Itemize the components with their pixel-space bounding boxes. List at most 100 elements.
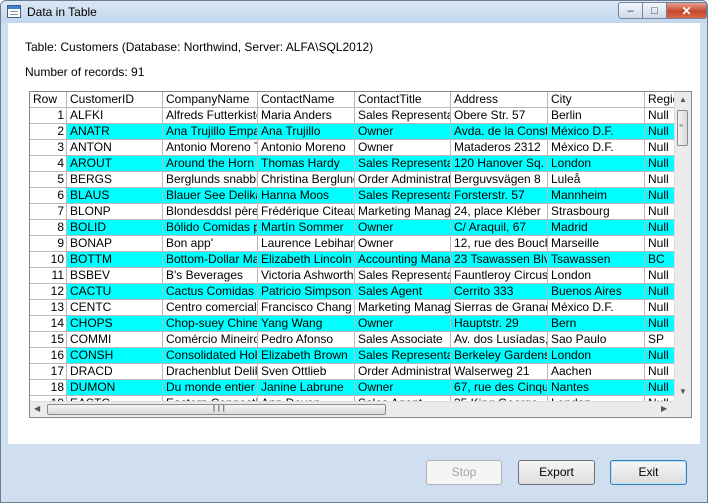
cell-city[interactable]: Mannheim	[548, 188, 645, 204]
row-number-cell[interactable]: 16	[30, 348, 67, 364]
cell-contact-title[interactable]: Owner	[355, 124, 451, 140]
cell-customer-id[interactable]: CACTU	[67, 284, 163, 300]
cell-region[interactable]: Null	[645, 140, 674, 156]
cell-contact-title[interactable]: Sales Agent	[355, 284, 451, 300]
cell-address[interactable]: 23 Tsawassen Blvd.	[451, 252, 548, 268]
cell-contact-name[interactable]: Christina Berglund	[258, 172, 355, 188]
cell-customer-id[interactable]: BERGS	[67, 172, 163, 188]
cell-contact-name[interactable]: Elizabeth Lincoln	[258, 252, 355, 268]
cell-address[interactable]: Fauntleroy Circus	[451, 268, 548, 284]
cell-address[interactable]: 120 Hanover Sq.	[451, 156, 548, 172]
column-header-region[interactable]: Region	[645, 92, 674, 108]
cell-region[interactable]: Null	[645, 300, 674, 316]
cell-contact-name[interactable]: Elizabeth Brown	[258, 348, 355, 364]
table-row[interactable]: 6BLAUSBlauer See DelikatessenHanna MoosS…	[30, 188, 674, 204]
cell-region[interactable]: Null	[645, 124, 674, 140]
column-header-company-name[interactable]: CompanyName	[163, 92, 258, 108]
cell-contact-name[interactable]: Antonio Moreno	[258, 140, 355, 156]
title-bar[interactable]: Data in Table – □ ✕	[1, 1, 707, 23]
cell-customer-id[interactable]: AROUT	[67, 156, 163, 172]
cell-city[interactable]: Berlin	[548, 108, 645, 124]
cell-address[interactable]: Berguvsvägen 8	[451, 172, 548, 188]
cell-city[interactable]: México D.F.	[548, 140, 645, 156]
row-number-cell[interactable]: 12	[30, 284, 67, 300]
cell-contact-title[interactable]: Marketing Manager	[355, 300, 451, 316]
cell-address[interactable]: Berkeley Gardens 12	[451, 348, 548, 364]
column-header-contact-name[interactable]: ContactName	[258, 92, 355, 108]
cell-company-name[interactable]: Berglunds snabbköp	[163, 172, 258, 188]
cell-contact-name[interactable]: Hanna Moos	[258, 188, 355, 204]
row-number-cell[interactable]: 8	[30, 220, 67, 236]
cell-contact-title[interactable]: Sales Representative	[355, 156, 451, 172]
cell-contact-name[interactable]: Francisco Chang	[258, 300, 355, 316]
cell-city[interactable]: Luleå	[548, 172, 645, 188]
cell-city[interactable]: Marseille	[548, 236, 645, 252]
table-row[interactable]: 7BLONPBlondesddsl père et filsFrédérique…	[30, 204, 674, 220]
cell-contact-title[interactable]: Order Administrator	[355, 172, 451, 188]
table-row[interactable]: 13CENTCCentro comercial MoctezumaFrancis…	[30, 300, 674, 316]
cell-city[interactable]: Strasbourg	[548, 204, 645, 220]
row-number-cell[interactable]: 4	[30, 156, 67, 172]
row-number-cell[interactable]: 11	[30, 268, 67, 284]
cell-contact-name[interactable]: Sven Ottlieb	[258, 364, 355, 380]
column-header-contact-title[interactable]: ContactTitle	[355, 92, 451, 108]
cell-company-name[interactable]: Blauer See Delikatessen	[163, 188, 258, 204]
scroll-down-icon[interactable]: ▼	[679, 387, 687, 397]
cell-company-name[interactable]: Alfreds Futterkiste	[163, 108, 258, 124]
cell-region[interactable]: Null	[645, 172, 674, 188]
table-row[interactable]: 8BOLIDBólido Comidas preparadasMartín So…	[30, 220, 674, 236]
cell-contact-name[interactable]: Patricio Simpson	[258, 284, 355, 300]
cell-customer-id[interactable]: DUMON	[67, 380, 163, 396]
cell-company-name[interactable]: Bon app'	[163, 236, 258, 252]
cell-region[interactable]: Null	[645, 220, 674, 236]
table-row[interactable]: 17DRACDDrachenblut DelikatessenSven Ottl…	[30, 364, 674, 380]
cell-customer-id[interactable]: ANTON	[67, 140, 163, 156]
vertical-scroll-thumb[interactable]: ≡	[677, 110, 688, 146]
table-row[interactable]: 3ANTONAntonio Moreno TaqueríaAntonio Mor…	[30, 140, 674, 156]
row-number-cell[interactable]: 10	[30, 252, 67, 268]
cell-region[interactable]: Null	[645, 348, 674, 364]
cell-region[interactable]: SP	[645, 332, 674, 348]
cell-contact-title[interactable]: Sales Representative	[355, 188, 451, 204]
cell-address[interactable]: C/ Araquil, 67	[451, 220, 548, 236]
cell-city[interactable]: Buenos Aires	[548, 284, 645, 300]
cell-city[interactable]: Bern	[548, 316, 645, 332]
cell-contact-title[interactable]: Sales Representative	[355, 108, 451, 124]
vertical-scrollbar[interactable]: ▲ ≡ ▼	[674, 92, 691, 401]
scroll-right-icon[interactable]: ▶	[661, 404, 667, 414]
cell-contact-name[interactable]: Frédérique Citeaux	[258, 204, 355, 220]
cell-address[interactable]: Obere Str. 57	[451, 108, 548, 124]
cell-customer-id[interactable]: CHOPS	[67, 316, 163, 332]
row-number-cell[interactable]: 9	[30, 236, 67, 252]
table-row[interactable]: 2ANATRAna Trujillo Emparedados y helados…	[30, 124, 674, 140]
cell-region[interactable]: Null	[645, 204, 674, 220]
row-number-cell[interactable]: 1	[30, 108, 67, 124]
cell-company-name[interactable]: Bólido Comidas preparadas	[163, 220, 258, 236]
cell-contact-name[interactable]: Thomas Hardy	[258, 156, 355, 172]
cell-customer-id[interactable]: BLAUS	[67, 188, 163, 204]
cell-company-name[interactable]: Bottom-Dollar Markets	[163, 252, 258, 268]
cell-contact-title[interactable]: Owner	[355, 140, 451, 156]
cell-contact-title[interactable]: Owner	[355, 220, 451, 236]
cell-address[interactable]: Av. dos Lusíadas, 23	[451, 332, 548, 348]
cell-address[interactable]: 12, rue des Bouchers	[451, 236, 548, 252]
table-row[interactable]: 9 BONAP Bon app' Laurence Lebihan Owner 12, r…	[30, 236, 674, 252]
row-number-cell[interactable]: 2	[30, 124, 67, 140]
table-row[interactable]: 15 COMMI Comércio Mineiro Pedro Afonso Sales…	[30, 332, 674, 348]
cell-city[interactable]: México D.F.	[548, 300, 645, 316]
cell-company-name[interactable]: Consolidated Holdings	[163, 348, 258, 364]
row-number-cell[interactable]: 6	[30, 188, 67, 204]
minimize-button[interactable]: –	[618, 2, 643, 19]
table-row[interactable]: 10BOTTMBottom-Dollar MarketsElizabeth Li…	[30, 252, 674, 268]
table-row[interactable]: 14CHOPSChop-suey ChineseYang WangOwnerHa…	[30, 316, 674, 332]
cell-region[interactable]: Null	[645, 284, 674, 300]
cell-address[interactable]: Hauptstr. 29	[451, 316, 548, 332]
cell-company-name[interactable]: Cactus Comidas para llevar	[163, 284, 258, 300]
cell-city[interactable]: Nantes	[548, 380, 645, 396]
cell-contact-name[interactable]: Janine Labrune	[258, 380, 355, 396]
cell-city[interactable]: México D.F.	[548, 124, 645, 140]
cell-customer-id[interactable]: ALFKI	[67, 108, 163, 124]
cell-customer-id[interactable]: BOLID	[67, 220, 163, 236]
cell-customer-id[interactable]: BLONP	[67, 204, 163, 220]
close-button[interactable]: ✕	[666, 2, 707, 19]
